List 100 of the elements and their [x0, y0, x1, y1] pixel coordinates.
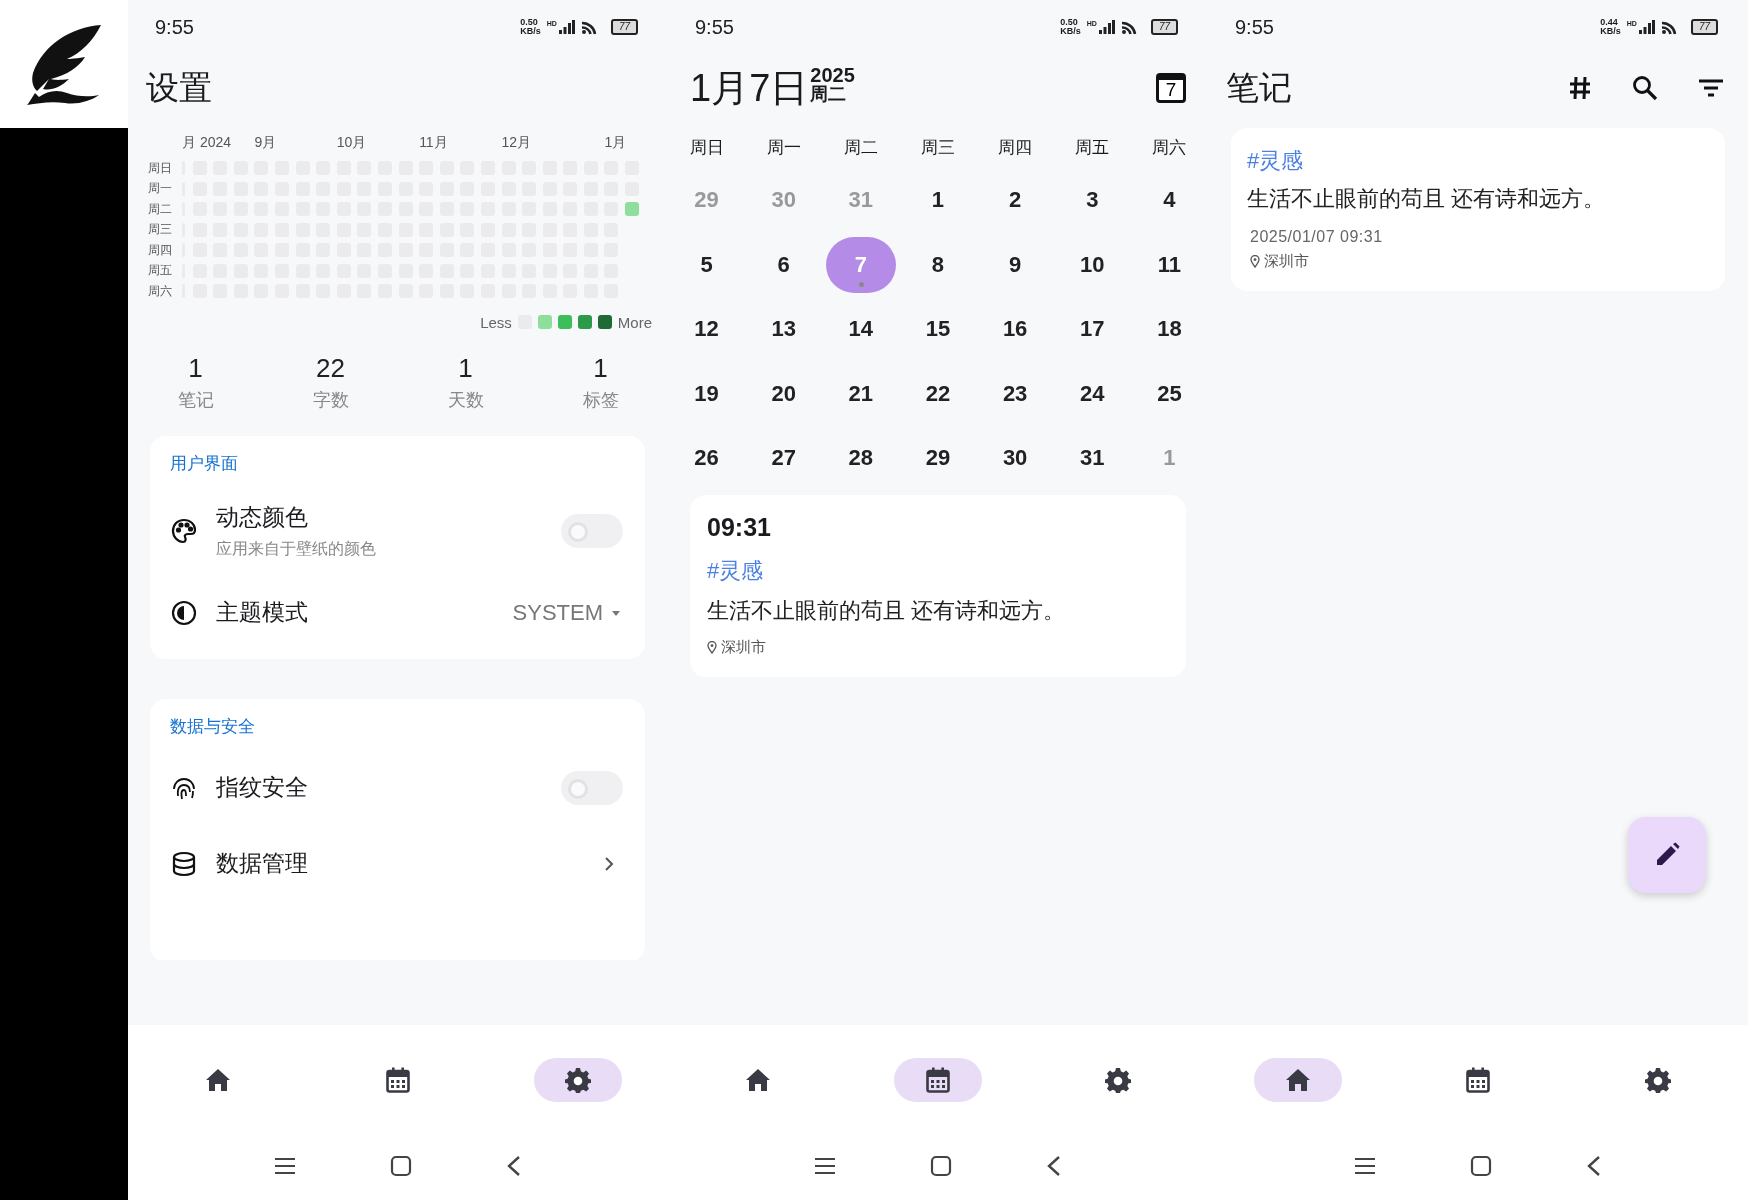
- battery-indicator: 77: [1150, 19, 1178, 35]
- calendar-day[interactable]: 25: [1134, 365, 1205, 422]
- calendar-day[interactable]: 9: [980, 236, 1051, 293]
- calendar-day[interactable]: 3: [1057, 172, 1128, 229]
- page-title: 笔记: [1226, 67, 1292, 108]
- note-location: 深圳市: [721, 637, 766, 657]
- calendar-day[interactable]: 2: [980, 172, 1051, 229]
- note-card[interactable]: #灵感 生活不止眼前的苟且 还有诗和远方。 2025/01/07 09:31 深圳市: [1231, 128, 1725, 291]
- today-button[interactable]: 7: [1156, 73, 1186, 103]
- signal-icon: [558, 20, 575, 34]
- weekday-header: 周日: [688, 137, 725, 159]
- selected-date: 1月7日: [690, 65, 809, 111]
- speed-value: 0.50: [520, 18, 539, 27]
- calendar-day[interactable]: 22: [903, 365, 973, 422]
- stat-value: 1: [188, 352, 203, 384]
- toggle-switch[interactable]: [561, 770, 623, 805]
- calendar-tab[interactable]: [894, 1058, 982, 1102]
- section-header: 用户界面: [170, 452, 239, 475]
- stat-value: 1: [593, 352, 608, 384]
- home-square-icon[interactable]: [390, 1155, 412, 1177]
- menu-icon[interactable]: [1354, 1157, 1376, 1175]
- wifi-icon: [1660, 19, 1679, 35]
- page-title: 设置: [146, 67, 212, 108]
- location-pin-icon: [1250, 255, 1260, 268]
- home-square-icon[interactable]: [1470, 1155, 1492, 1177]
- note-text: 生活不止眼前的苟且 还有诗和远方。: [1247, 185, 1607, 213]
- calendar-day[interactable]: 4: [1134, 172, 1205, 229]
- settings-tab[interactable]: [534, 1058, 622, 1102]
- calendar-day[interactable]: 10: [1057, 236, 1128, 293]
- hashtag-icon[interactable]: [1568, 75, 1592, 101]
- weekday-header: 周二: [842, 137, 879, 159]
- month-label: 9月: [254, 134, 278, 152]
- calendar-day[interactable]: 17: [1057, 301, 1128, 358]
- search-icon[interactable]: [1632, 75, 1658, 101]
- back-icon[interactable]: [1586, 1155, 1602, 1177]
- stat-value: 22: [316, 352, 345, 384]
- note-location: 深圳市: [1264, 252, 1309, 271]
- home-square-icon[interactable]: [930, 1155, 952, 1177]
- location-pin-icon: [707, 640, 717, 654]
- calendar-day[interactable]: 19: [671, 365, 742, 422]
- calendar-day[interactable]: 28: [825, 430, 896, 487]
- back-icon[interactable]: [506, 1155, 522, 1177]
- calendar-day[interactable]: 30: [980, 430, 1051, 487]
- note-tag[interactable]: #灵感: [707, 555, 1170, 586]
- filter-icon[interactable]: [1698, 78, 1724, 98]
- weekday-label: 周五: [148, 262, 173, 280]
- database-icon: [170, 849, 198, 878]
- pencil-icon: [1654, 842, 1680, 868]
- calendar-day[interactable]: 23: [980, 365, 1051, 422]
- calendar-day[interactable]: 11: [1134, 236, 1205, 293]
- home-icon: [205, 1068, 231, 1092]
- calendar-day[interactable]: 5: [671, 236, 742, 293]
- calendar-day[interactable]: 18: [1134, 301, 1205, 358]
- calendar-day[interactable]: 27: [748, 430, 819, 487]
- theme-dropdown[interactable]: SYSTEM: [512, 599, 623, 626]
- speed-unit: KB/s: [520, 27, 541, 36]
- calendar-day[interactable]: 24: [1057, 365, 1128, 422]
- calendar-day[interactable]: 31: [1057, 430, 1128, 487]
- note-card[interactable]: 09:31 #灵感 生活不止眼前的苟且 还有诗和远方。 深圳市: [690, 494, 1186, 677]
- calendar-day[interactable]: 12: [671, 301, 742, 358]
- calendar-icon: [386, 1067, 410, 1093]
- calendar-day[interactable]: 21: [825, 365, 896, 422]
- calendar-day[interactable]: 26: [671, 430, 742, 487]
- weekday-label: 周二: [148, 200, 173, 218]
- weekday-header: 周一: [765, 137, 802, 159]
- calendar-day[interactable]: 1: [903, 172, 973, 229]
- new-note-button[interactable]: [1628, 817, 1706, 893]
- setting-label: 数据管理: [216, 849, 308, 878]
- calendar-day[interactable]: 16: [980, 301, 1051, 358]
- back-icon[interactable]: [1046, 1155, 1062, 1177]
- chevron-icon[interactable]: [603, 854, 615, 873]
- stat-label: 字数: [312, 388, 349, 412]
- month-label: 11月: [419, 134, 449, 152]
- calendar-day[interactable]: 14: [825, 301, 896, 358]
- calendar-day[interactable]: 29: [903, 430, 973, 487]
- menu-icon[interactable]: [814, 1157, 836, 1175]
- speed-value: 0.50: [1060, 18, 1079, 27]
- settings-icon: [1105, 1067, 1131, 1093]
- calendar-day[interactable]: 6: [748, 236, 819, 293]
- weekday-label: 周三: [148, 221, 173, 239]
- setting-label: 主题模式: [216, 598, 308, 627]
- note-tag[interactable]: #灵感: [1247, 146, 1709, 176]
- stat-label: 天数: [447, 388, 484, 412]
- calendar-day[interactable]: 8: [903, 236, 973, 293]
- wifi-icon: [580, 19, 599, 35]
- menu-icon[interactable]: [274, 1157, 296, 1175]
- toggle-switch[interactable]: [561, 513, 623, 548]
- setting-description: 应用来自于壁纸的颜色: [216, 538, 376, 559]
- weekday-header: 周四: [997, 137, 1034, 159]
- signal-icon: [1638, 20, 1655, 34]
- setting-label: 指纹安全: [216, 773, 308, 802]
- speed-unit: KB/s: [1060, 27, 1081, 36]
- battery-indicator: 77: [1690, 19, 1718, 35]
- month-label: 12月: [501, 134, 533, 152]
- calendar-day[interactable]: 15: [903, 301, 973, 358]
- calendar-day[interactable]: 13: [748, 301, 819, 358]
- calendar-day[interactable]: 20: [748, 365, 819, 422]
- speed-value: 0.44: [1600, 18, 1619, 27]
- home-tab[interactable]: [1254, 1058, 1342, 1102]
- stat-value: 1: [458, 352, 473, 384]
